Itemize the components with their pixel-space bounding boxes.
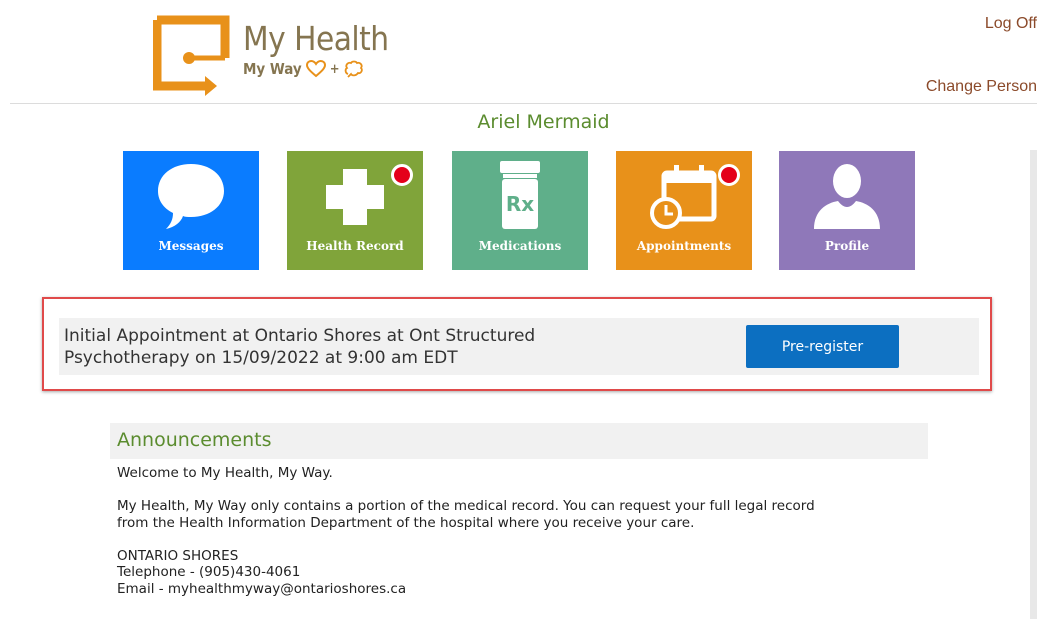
tile-appointments[interactable]: Appointments [616,151,752,270]
app-logo[interactable]: My Health My Way + [153,14,393,96]
tile-messages[interactable]: Messages [123,151,259,270]
announcement-org: ONTARIO SHORES [117,547,239,564]
medical-cross-icon [326,169,384,225]
logo-subtitle-text: My Way [243,60,302,78]
logo-title: My Health [243,19,389,58]
logo-subtitle: My Way + [243,60,364,78]
patient-name: Ariel Mermaid [477,111,610,133]
tile-appointments-label: Appointments [636,239,732,253]
announcements-body: Welcome to My Health, My Way. My Health,… [117,465,937,597]
notification-badge [391,164,413,186]
announcement-telephone: Telephone - (905)430-4061 [117,564,301,580]
appointment-text-line1: Initial Appointment at Ontario Shores at… [64,326,536,346]
announcement-para-line2: from the Health Information Department o… [117,514,695,531]
notification-badge [718,164,740,186]
pre-register-button[interactable]: Pre-register [746,325,899,368]
header-divider [10,103,1037,104]
tile-health-record[interactable]: Health Record [287,151,423,270]
tile-messages-label: Messages [158,239,224,253]
tile-medications-label: Medications [478,239,562,253]
brain-icon [344,60,363,78]
plus-icon: + [329,61,340,77]
speech-bubble-icon [158,164,224,229]
logoff-link[interactable]: Log Off [985,15,1037,33]
announcement-paragraph: My Health, My Way only contains a portio… [117,498,937,531]
change-person-link[interactable]: Change Person [926,78,1037,96]
announcement-welcome: Welcome to My Health, My Way. [117,465,333,481]
announcements-header: Announcements [110,423,928,459]
announcement-para-line1: My Health, My Way only contains a portio… [117,498,815,514]
heart-icon [305,60,326,78]
tile-profile-label: Profile [824,239,870,253]
appointment-text: Initial Appointment at Ontario Shores at… [64,325,684,369]
appointment-text-line2: Psychotherapy on 15/09/2022 at 9:00 am E… [64,348,458,368]
tile-profile[interactable]: Profile [779,151,915,270]
logo-mark-icon [153,15,230,96]
svg-text:Rx: Rx [506,192,534,216]
tile-health-record-label: Health Record [306,239,404,253]
announcement-email: Email - myhealthmyway@ontarioshores.ca [117,580,407,597]
calendar-clock-icon [650,165,717,229]
scrollbar[interactable] [1030,150,1037,619]
tile-medications[interactable]: Rx Medications [452,151,588,270]
appointment-banner: Initial Appointment at Ontario Shores at… [59,318,979,375]
rx-bottle-icon: Rx [500,161,540,229]
person-icon [814,164,880,229]
announcements-title: Announcements [117,429,272,451]
